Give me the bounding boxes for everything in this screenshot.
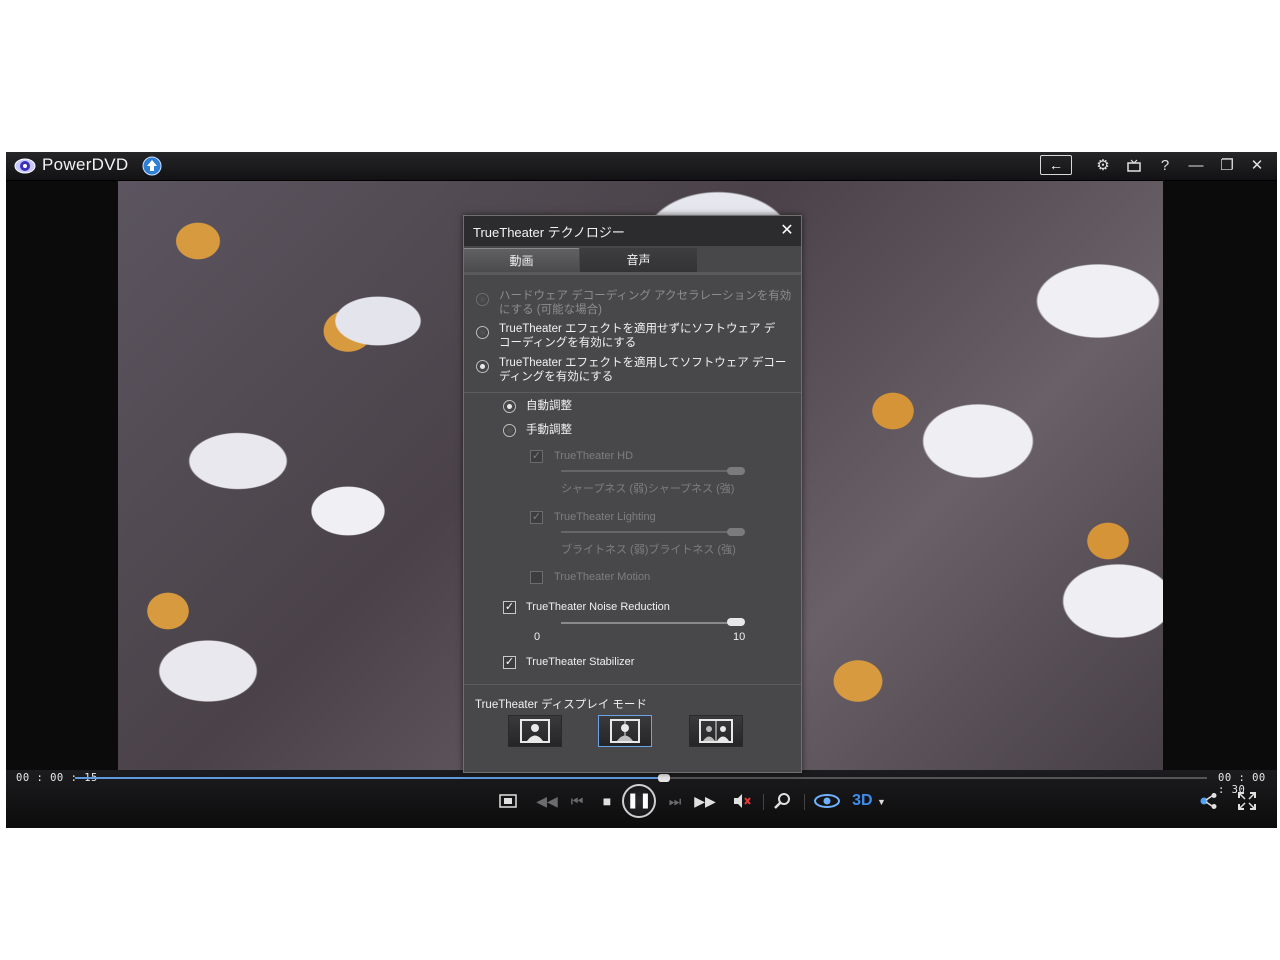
- display-mode-label: TrueTheater ディスプレイ モード: [475, 699, 647, 711]
- option-line: にする (可能な場合): [499, 304, 602, 316]
- sharpness-slider[interactable]: [561, 470, 743, 472]
- checkbox-stabilizer[interactable]: ✓: [503, 656, 516, 669]
- tab-strip-divider: [464, 272, 801, 275]
- snapshot-icon[interactable]: [497, 790, 519, 812]
- seek-thumb[interactable]: [657, 774, 670, 782]
- manual-adjust-label: 手動調整: [526, 424, 572, 436]
- radio-auto-adjust[interactable]: [503, 400, 516, 413]
- truetheater-lighting-label: TrueTheater Lighting: [554, 511, 656, 523]
- noise-reduction-max: 10: [733, 631, 746, 643]
- option-software-with-effects: TrueTheater エフェクトを適用してソフトウェア デコー ディングを有効…: [499, 356, 786, 384]
- noise-reduction-slider[interactable]: [561, 622, 741, 624]
- next-icon[interactable]: ⏭: [664, 790, 686, 812]
- checkbox-truetheater-motion[interactable]: [530, 571, 543, 584]
- fullscreen-icon[interactable]: [1236, 790, 1258, 812]
- previous-icon[interactable]: ⏮: [566, 790, 588, 812]
- brightness-scale-label: ブライトネス (弱)ブライトネス (強): [561, 544, 736, 556]
- brightness-slider[interactable]: [561, 531, 743, 533]
- noise-reduction-slider-thumb[interactable]: [727, 618, 745, 626]
- zoom-icon[interactable]: [772, 790, 794, 812]
- sharpness-scale-label: シャープネス (弱)シャープネス (強): [561, 483, 735, 495]
- divider: [464, 684, 801, 685]
- pause-button[interactable]: ❚❚: [622, 784, 656, 818]
- seek-progress: [75, 777, 664, 779]
- checkbox-truetheater-lighting[interactable]: ✓: [530, 511, 543, 524]
- display-mode-side-by-side-button[interactable]: [689, 715, 743, 747]
- share-icon[interactable]: [1198, 790, 1220, 812]
- tab-video[interactable]: 動画: [464, 248, 579, 273]
- close-button[interactable]: ✕: [1247, 156, 1267, 176]
- radio-hardware-decoding[interactable]: [476, 293, 489, 306]
- divider: [464, 392, 801, 393]
- gear-icon[interactable]: ⚙: [1093, 156, 1113, 176]
- option-software-no-effects: TrueTheater エフェクトを適用せずにソフトウェア デ コーディングを有…: [499, 322, 775, 350]
- mute-icon[interactable]: [731, 790, 753, 812]
- control-bar: 00 : 00 : 15 00 : 00 : 30 ◀◀ ⏮ ■ ❚❚ ⏭ ▶▶…: [6, 770, 1277, 828]
- truetheater-panel: TrueTheater テクノロジー ✕ 動画 音声 ハードウェア デコーディン…: [463, 215, 802, 773]
- chevron-down-icon: ▼: [876, 797, 886, 807]
- option-line: ハードウェア デコーディング アクセラレーションを有効: [499, 290, 792, 302]
- minimize-button[interactable]: —: [1186, 156, 1206, 176]
- seek-bar[interactable]: [75, 774, 1207, 782]
- fast-forward-icon[interactable]: ▶▶: [694, 790, 716, 812]
- divider: [763, 794, 764, 810]
- truetheater-eye-icon[interactable]: [812, 790, 842, 812]
- powerdvd-logo-icon: [14, 158, 36, 174]
- divider: [804, 794, 805, 810]
- panel-header: TrueTheater テクノロジー ✕: [464, 216, 801, 246]
- display-mode-full-button[interactable]: [508, 715, 562, 747]
- radio-manual-adjust[interactable]: [503, 424, 516, 437]
- auto-adjust-label: 自動調整: [526, 400, 572, 412]
- tab-audio[interactable]: 音声: [580, 248, 697, 272]
- checkbox-truetheater-hd[interactable]: ✓: [530, 450, 543, 463]
- full-view-icon: [520, 719, 550, 743]
- title-bar: PowerDVD ← ⚙ ? — ❐ ✕: [6, 152, 1277, 181]
- stop-icon[interactable]: ■: [596, 790, 618, 812]
- restore-button[interactable]: ❐: [1217, 156, 1237, 176]
- back-button[interactable]: ←: [1040, 155, 1072, 175]
- three-d-button[interactable]: 3D ▼: [849, 790, 889, 812]
- side-by-side-icon: [699, 719, 733, 743]
- app-title: PowerDVD: [42, 155, 129, 174]
- stabilizer-label: TrueTheater Stabilizer: [526, 656, 635, 668]
- tv-mode-icon[interactable]: [1124, 156, 1144, 176]
- noise-reduction-min: 0: [534, 631, 541, 643]
- option-line: TrueTheater エフェクトを適用せずにソフトウェア デ: [499, 323, 776, 335]
- three-d-label: 3D: [852, 792, 873, 809]
- truetheater-motion-label: TrueTheater Motion: [554, 571, 651, 583]
- sharpness-slider-thumb[interactable]: [727, 467, 745, 475]
- option-line: ディングを有効にする: [499, 371, 614, 383]
- option-hardware-decoding: ハードウェア デコーディング アクセラレーションを有効 にする (可能な場合): [499, 289, 791, 317]
- panel-title: TrueTheater テクノロジー: [473, 225, 625, 240]
- upgrade-icon[interactable]: [142, 156, 162, 176]
- panel-close-button[interactable]: ✕: [779, 220, 795, 240]
- radio-software-no-effects[interactable]: [476, 326, 489, 339]
- split-view-icon: [610, 719, 640, 743]
- noise-reduction-label: TrueTheater Noise Reduction: [526, 601, 670, 613]
- rewind-icon[interactable]: ◀◀: [536, 790, 558, 812]
- display-mode-split-button[interactable]: [598, 715, 652, 747]
- truetheater-hd-label: TrueTheater HD: [554, 450, 634, 462]
- radio-software-with-effects[interactable]: [476, 360, 489, 373]
- option-line: コーディングを有効にする: [499, 337, 637, 349]
- brightness-slider-thumb[interactable]: [727, 528, 745, 536]
- option-line: TrueTheater エフェクトを適用してソフトウェア デコー: [499, 357, 787, 369]
- checkbox-noise-reduction[interactable]: ✓: [503, 601, 516, 614]
- help-button[interactable]: ?: [1155, 156, 1175, 176]
